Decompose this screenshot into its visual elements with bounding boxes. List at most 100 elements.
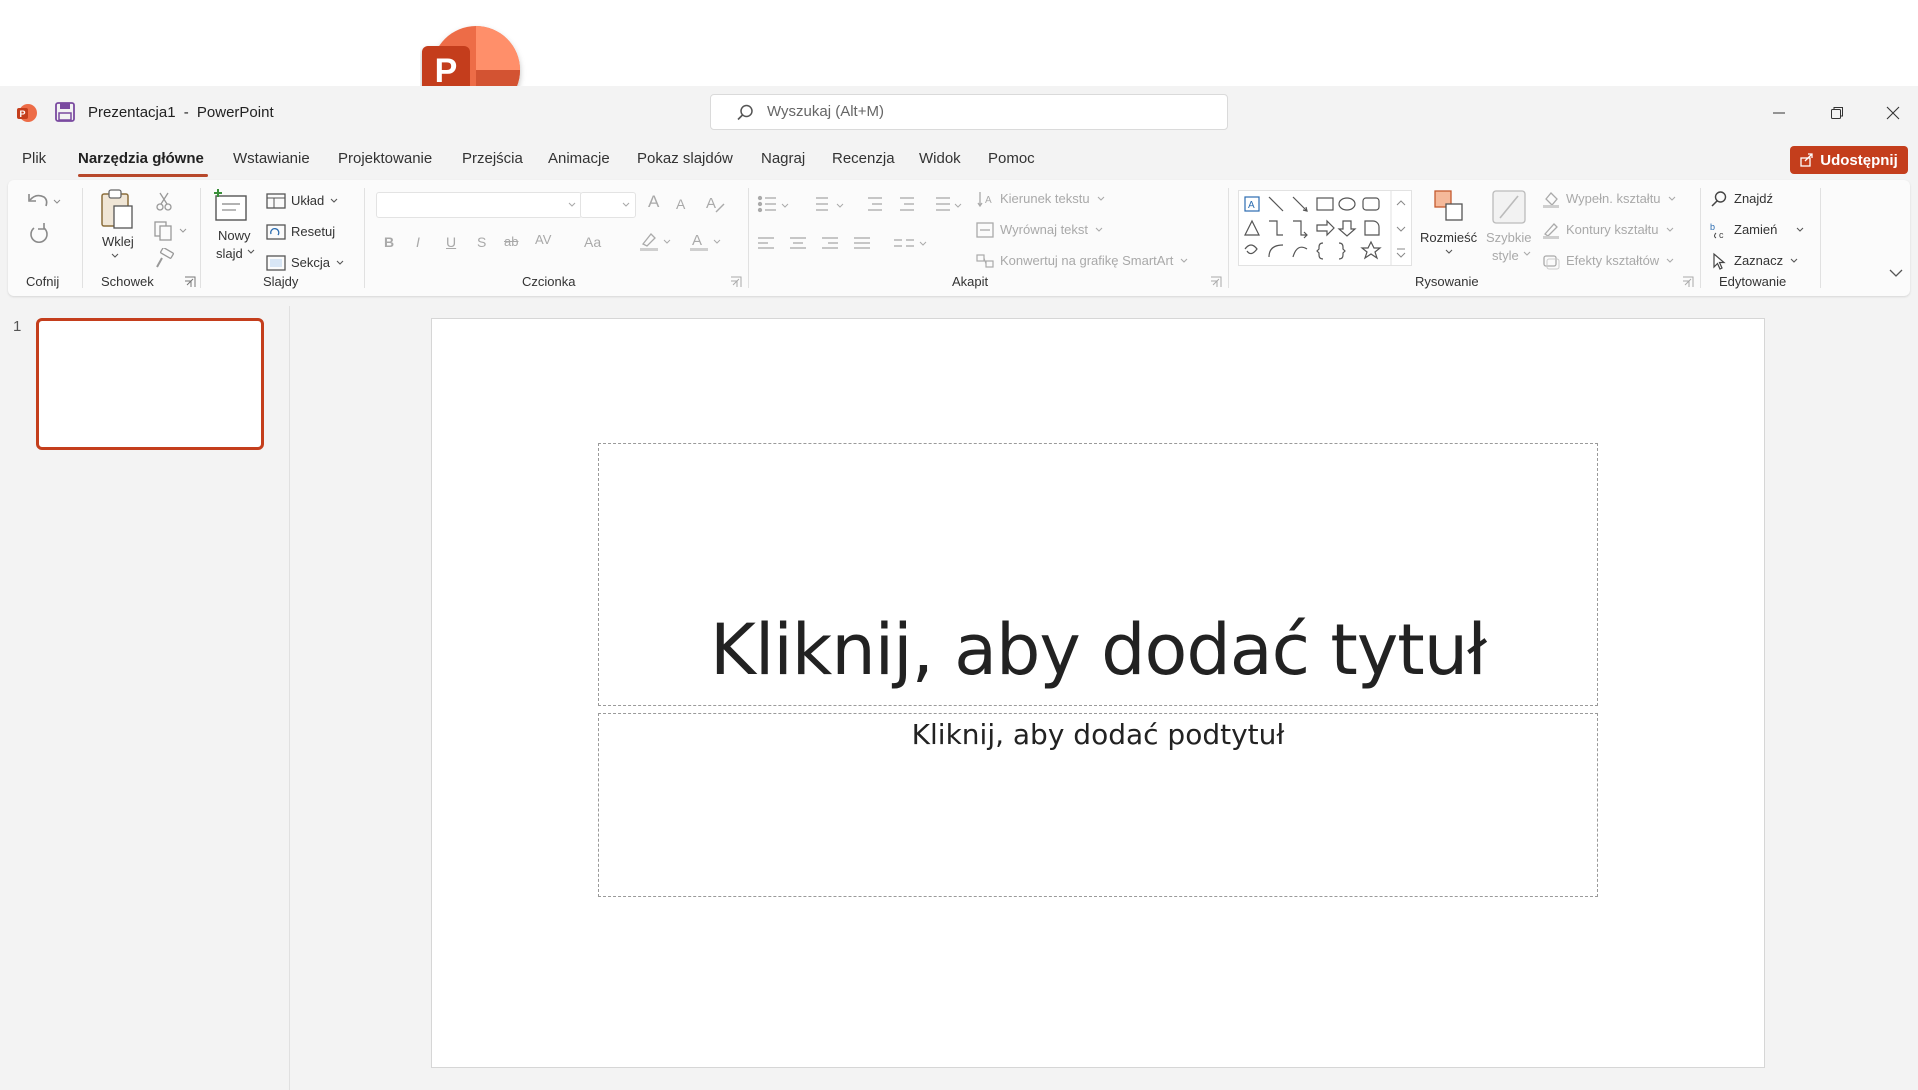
tab-help[interactable]: Pomoc — [988, 148, 1035, 170]
highlighter-icon — [640, 233, 671, 251]
new-slide-button[interactable]: Nowy slajd — [210, 188, 260, 268]
title-placeholder[interactable]: Kliknij, aby dodać tytuł — [598, 443, 1598, 706]
ribbon: Cofnij Wklej Schowek Nowy slajd Układ Re… — [8, 180, 1910, 296]
tab-design[interactable]: Projektowanie — [338, 148, 432, 170]
format-painter-icon — [156, 247, 174, 268]
new-slide-label-line1: Nowy — [218, 228, 251, 243]
dialog-launcher-icon[interactable] — [184, 276, 196, 288]
slide-thumbnail-number: 1 — [13, 318, 22, 335]
panel-divider — [289, 306, 290, 1090]
undo-button[interactable] — [26, 190, 62, 219]
align-text-button[interactable]: Wyrównaj tekst — [976, 221, 1104, 239]
search-placeholder: Wyszukaj (Alt+M) — [767, 103, 884, 120]
tab-file[interactable]: Plik — [22, 148, 46, 170]
search-box[interactable]: Wyszukaj (Alt+M) — [710, 94, 1228, 130]
shape-outline-button[interactable]: Kontury kształtu — [1542, 221, 1675, 239]
group-separator — [82, 188, 83, 288]
text-shadow-button[interactable]: S — [477, 234, 486, 250]
dialog-launcher-icon[interactable] — [730, 276, 742, 288]
replace-button[interactable]: bc Zamień — [1710, 221, 1805, 239]
italic-button[interactable]: I — [416, 234, 420, 250]
find-label: Znajdź — [1734, 191, 1774, 206]
paragraph-list-buttons — [756, 192, 966, 221]
layout-button[interactable]: Układ — [266, 190, 339, 212]
collapse-ribbon-button[interactable] — [1888, 266, 1904, 284]
section-button[interactable]: Sekcja — [266, 252, 345, 274]
tab-slide-show[interactable]: Pokaz slajdów — [637, 148, 733, 170]
shrink-font-button[interactable]: A — [676, 196, 685, 212]
tab-view[interactable]: Widok — [919, 148, 961, 170]
restore-button[interactable] — [1820, 96, 1854, 130]
font-color-button[interactable]: A — [688, 230, 728, 257]
align-text-icon — [976, 222, 994, 238]
quick-styles-label-line2: style — [1492, 248, 1519, 263]
save-icon[interactable] — [54, 101, 76, 123]
copy-icon — [154, 221, 187, 241]
select-label: Zaznacz — [1734, 253, 1784, 268]
copy-button[interactable] — [153, 220, 189, 247]
shape-effects-icon — [1543, 255, 1560, 270]
font-family-select[interactable] — [376, 192, 582, 218]
paste-button[interactable]: Wklej — [96, 188, 140, 268]
svg-text:A: A — [706, 195, 716, 212]
section-label: Sekcja — [291, 255, 331, 270]
tab-transitions[interactable]: Przejścia — [462, 148, 523, 170]
format-painter-button[interactable] — [153, 247, 175, 275]
shape-outline-label: Kontury kształtu — [1566, 222, 1659, 237]
shape-fill-button[interactable]: Wypełn. kształtu — [1542, 190, 1677, 208]
text-direction-label: Kierunek tekstu — [1000, 191, 1090, 206]
select-button[interactable]: Zaznacz — [1710, 252, 1799, 270]
tab-insert[interactable]: Wstawianie — [233, 148, 310, 170]
tab-review[interactable]: Recenzja — [832, 148, 895, 170]
shape-effects-button[interactable]: Efekty kształtów — [1542, 252, 1675, 270]
title-separator: - — [183, 104, 189, 121]
strikethrough-button[interactable]: ab — [504, 234, 518, 250]
share-button[interactable]: Udostępnij — [1790, 146, 1908, 174]
underline-button[interactable]: U — [446, 234, 456, 250]
character-spacing-button[interactable]: AV — [535, 232, 551, 248]
smartart-icon — [976, 254, 994, 268]
font-size-select[interactable] — [580, 192, 636, 218]
quick-styles-button[interactable]: Szybkie style — [1482, 188, 1534, 270]
reset-button[interactable]: Resetuj — [266, 221, 335, 243]
alignment-icons — [758, 237, 927, 249]
group-separator — [748, 188, 749, 288]
new-slide-icon — [214, 189, 247, 221]
slide-thumbnail[interactable] — [36, 318, 264, 450]
cut-button[interactable] — [153, 190, 175, 217]
chevron-down-icon — [1666, 258, 1674, 263]
close-icon — [1886, 106, 1900, 120]
paint-bucket-icon — [1543, 192, 1559, 208]
grow-font-button[interactable]: A — [648, 193, 659, 210]
svg-text:P: P — [19, 109, 25, 119]
paragraph-align-buttons — [756, 232, 936, 261]
document-name: Prezentacja1 — [88, 104, 176, 121]
slide-canvas[interactable]: Kliknij, aby dodać tytuł Kliknij, aby do… — [431, 318, 1765, 1068]
find-button[interactable]: Znajdź — [1710, 190, 1773, 208]
pen-outline-icon — [1543, 223, 1559, 239]
subtitle-placeholder[interactable]: Kliknij, aby dodać podtytuł — [598, 713, 1598, 897]
chevron-down-icon — [330, 198, 338, 203]
convert-smartart-button[interactable]: Konwertuj na grafikę SmartArt — [976, 252, 1189, 270]
text-direction-button[interactable]: A Kierunek tekstu — [976, 190, 1106, 208]
shapes-gallery[interactable]: A — [1238, 190, 1412, 266]
bold-button[interactable]: B — [384, 234, 394, 250]
svg-text:A: A — [1248, 200, 1255, 211]
svg-text:P: P — [435, 52, 458, 90]
dialog-launcher-icon[interactable] — [1682, 276, 1694, 288]
dialog-launcher-icon[interactable] — [1210, 276, 1222, 288]
powerpoint-app-icon[interactable]: P — [16, 102, 38, 124]
redo-button[interactable] — [26, 222, 52, 251]
change-case-button[interactable]: Aa — [584, 234, 601, 250]
arrange-button[interactable]: Rozmieść — [1420, 188, 1477, 270]
tab-animations[interactable]: Animacje — [548, 148, 610, 170]
tab-record[interactable]: Nagraj — [761, 148, 805, 170]
shapes-icons: A — [1244, 191, 1406, 265]
clear-formatting-button[interactable]: A — [704, 192, 728, 219]
tab-home[interactable]: Narzędzia główne — [78, 148, 204, 170]
new-slide-label-line2: slajd — [216, 246, 243, 261]
highlight-button[interactable] — [638, 230, 678, 257]
minimize-button[interactable] — [1762, 96, 1796, 130]
group-separator — [1820, 188, 1821, 288]
close-button[interactable] — [1876, 96, 1910, 130]
